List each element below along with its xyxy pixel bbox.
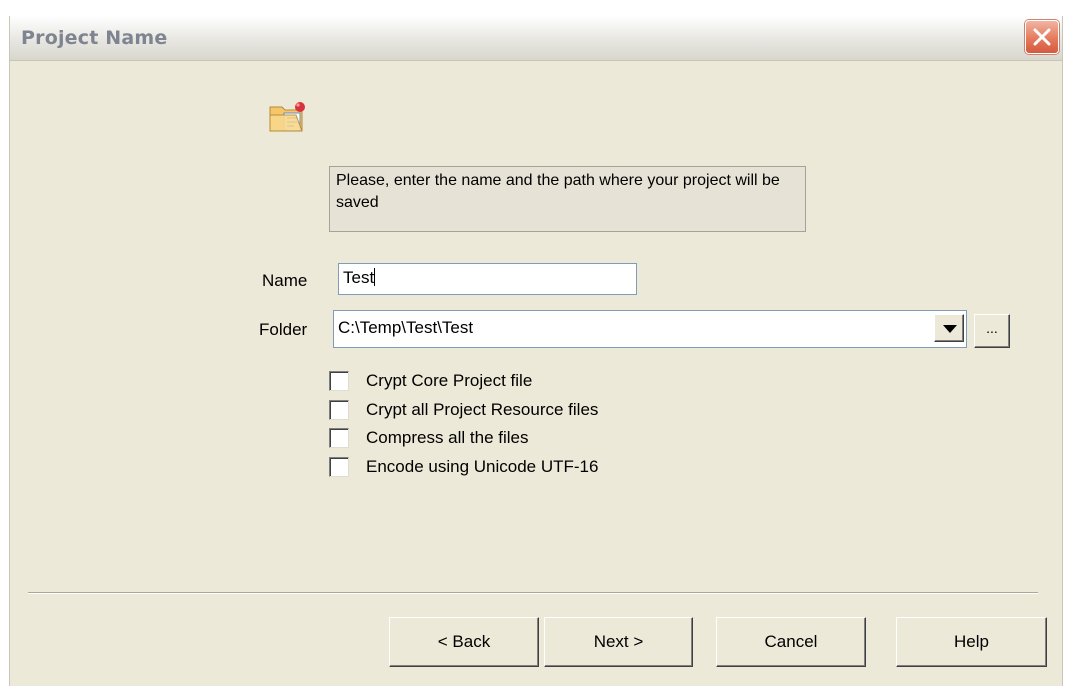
folder-combobox[interactable]: C:\Temp\Test\Test (333, 310, 967, 348)
browse-folder-button[interactable]: ... (974, 314, 1010, 348)
encode-utf16-checkbox[interactable] (329, 457, 349, 477)
folder-dropdown-button[interactable] (934, 314, 964, 342)
option-label: Crypt Core Project file (366, 371, 533, 390)
option-label: Crypt all Project Resource files (366, 400, 599, 419)
project-folder-icon (269, 102, 305, 132)
option-label: Encode using Unicode UTF-16 (366, 457, 599, 476)
close-icon (1033, 28, 1051, 46)
name-label: Name (262, 271, 308, 290)
dialog-title: Project Name (21, 27, 168, 49)
next-button[interactable]: Next > (544, 617, 693, 667)
footer-separator (28, 592, 1038, 594)
project-name-dialog: Project Name (9, 16, 1063, 686)
title-bar[interactable]: Project Name (10, 16, 1062, 61)
close-button[interactable] (1025, 20, 1059, 54)
cancel-button[interactable]: Cancel (716, 617, 866, 667)
help-button[interactable]: Help (896, 617, 1047, 667)
folder-label: Folder (259, 320, 308, 339)
back-button[interactable]: < Back (389, 617, 539, 667)
text-caret (374, 268, 376, 286)
dropdown-arrow-icon (943, 325, 957, 333)
crypt-core-checkbox[interactable] (329, 371, 349, 391)
folder-value: C:\Temp\Test\Test (338, 318, 474, 337)
compress-checkbox[interactable] (329, 428, 349, 448)
option-label: Compress all the files (366, 428, 529, 447)
crypt-resources-checkbox[interactable] (329, 400, 349, 420)
instructions-text: Please, enter the name and the path wher… (329, 166, 806, 232)
name-input[interactable]: Test (338, 263, 637, 295)
name-input-value: Test (343, 268, 375, 287)
